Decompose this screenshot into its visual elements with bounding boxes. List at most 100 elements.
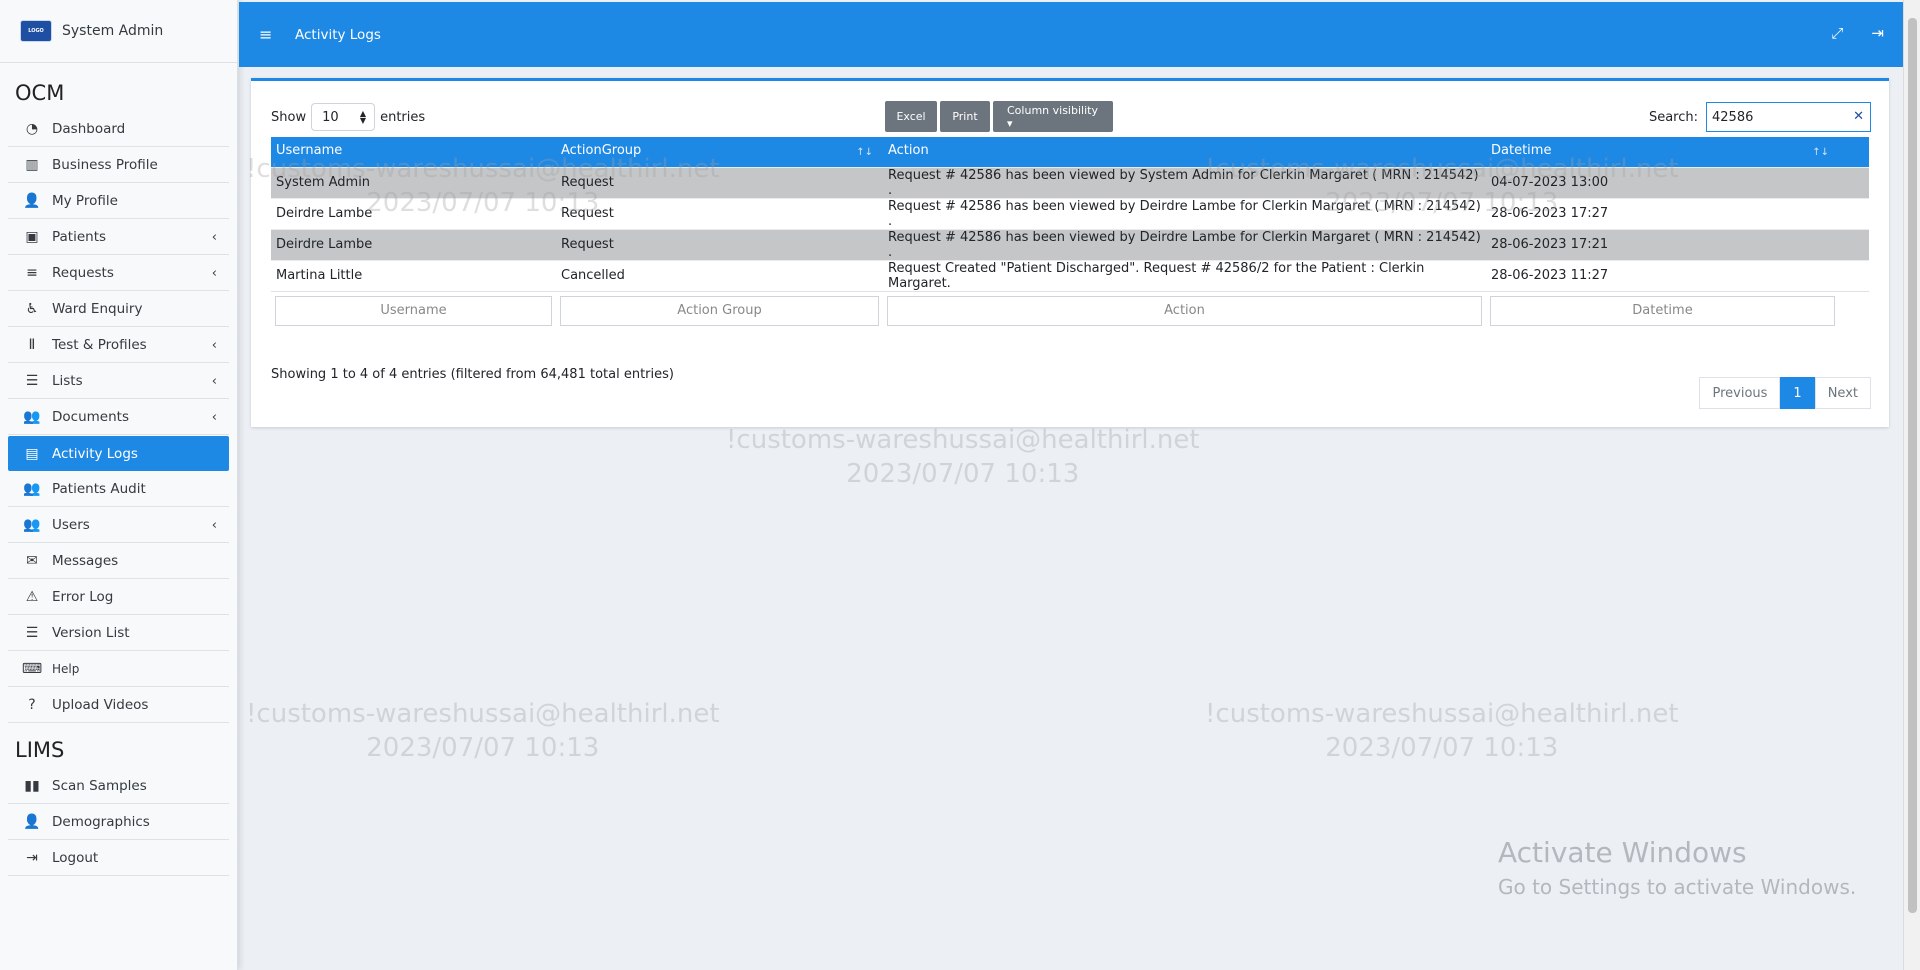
sign-out-icon: ⇥: [26, 850, 38, 866]
sidebar-item-business-profile[interactable]: ▥ Business Profile: [8, 148, 229, 183]
warning-icon: ⚠: [25, 589, 39, 605]
watermark: !customs-wareshussai@healthirl.net 2023/0…: [726, 425, 1200, 489]
sidebar-item-demographics[interactable]: 👤 Demographics: [8, 805, 229, 840]
scrollbar-thumb[interactable]: [1908, 18, 1917, 913]
column-header-username[interactable]: Username: [271, 137, 556, 167]
show-label: Show: [271, 109, 307, 125]
sidebar-item-logout[interactable]: ⇥ Logout: [8, 841, 229, 876]
filter-cell: Username: [271, 290, 556, 330]
activate-windows-notice: Activate Windows Go to Settings to activ…: [1498, 836, 1856, 899]
sidebar-nav-lims: ▮▮ Scan Samples 👤 Demographics ⇥ Logout: [0, 769, 237, 876]
entries-select[interactable]: 10 ▲ ▼: [311, 103, 376, 131]
sidebar-item-label: Version List: [52, 625, 130, 641]
sidebar-item-test-profiles[interactable]: Ⅱ Test & Profiles ‹: [8, 328, 229, 363]
entries-label: entries: [380, 109, 426, 125]
column-visibility-button[interactable]: Column visibility ▾: [993, 101, 1113, 132]
users-icon: 👥: [23, 481, 41, 497]
pagination: Previous 1 Next: [1699, 377, 1871, 409]
previous-button[interactable]: Previous: [1699, 377, 1781, 409]
table-row[interactable]: Deirdre Lambe Request Request # 42586 has …: [271, 228, 1869, 260]
sidebar-item-patients-audit[interactable]: 👥 Patients Audit: [8, 472, 229, 507]
table-body: System Admin Request Request # 42586 has b…: [271, 166, 1869, 291]
table-cell-action: Request # 42586 has been viewed by Deird…: [883, 197, 1486, 229]
entries-value: 10: [322, 109, 339, 125]
users-icon: 👥: [23, 517, 41, 533]
activate-windows-title: Activate Windows: [1498, 836, 1747, 869]
table-cell-datetime: 28-06-2023 11:27: [1486, 259, 1869, 291]
sidebar-item-label: My Profile: [52, 193, 118, 209]
table-row[interactable]: Deirdre Lambe Request Request # 42586 has …: [271, 197, 1869, 229]
warehouse-icon: ▤: [25, 445, 39, 462]
sidebar-item-patients[interactable]: ▣ Patients ‹: [8, 220, 229, 255]
table-cell-datetime: 28-06-2023 17:21: [1486, 228, 1869, 260]
building-icon: ▥: [25, 157, 39, 173]
chevron-left-icon: ‹: [211, 229, 217, 245]
sidebar-item-label: Ward Enquiry: [52, 301, 143, 317]
logout-icon[interactable]: ⇥: [1871, 24, 1884, 42]
table-cell-actiongroup: Request: [556, 166, 883, 198]
table-cell-actiongroup: Request: [556, 228, 883, 260]
column-header-actiongroup[interactable]: ActionGroup ↑↓: [556, 137, 883, 167]
filter-username[interactable]: Username: [275, 295, 552, 326]
list-icon: ☰: [25, 625, 39, 641]
chevron-left-icon: ‹: [211, 517, 217, 533]
table-cell-action: Request Created "Patient Discharged". Re…: [883, 259, 1486, 291]
sidebar-item-label: Test & Profiles: [52, 337, 147, 353]
page-1-button[interactable]: 1: [1780, 377, 1815, 409]
sidebar-item-users[interactable]: 👥 Users ‹: [8, 508, 229, 543]
excel-button[interactable]: Excel: [885, 101, 937, 132]
gauge-icon: ◔: [25, 121, 39, 137]
user-icon: 👤: [23, 193, 41, 209]
brand-logo: LOGO: [20, 20, 52, 42]
barcode-icon: ▮▮: [24, 778, 40, 794]
column-header-datetime[interactable]: Datetime ↑↓: [1486, 137, 1869, 167]
sidebar-item-requests[interactable]: ≡ Requests ‹: [8, 256, 229, 291]
filter-datetime[interactable]: Datetime: [1490, 295, 1835, 326]
sidebar-item-dashboard[interactable]: ◔ Dashboard: [8, 112, 229, 147]
print-button[interactable]: Print: [940, 101, 990, 132]
chevron-left-icon: ‹: [211, 265, 217, 281]
table-row[interactable]: Martina Little Cancelled Request Created "…: [271, 259, 1869, 291]
vials-icon: Ⅱ: [28, 337, 36, 353]
next-button[interactable]: Next: [1814, 377, 1871, 409]
sidebar-item-documents[interactable]: 👥 Documents ‹: [8, 400, 229, 435]
sidebar-item-version-list[interactable]: ☰ Version List: [8, 616, 229, 651]
sidebar-item-label: Demographics: [52, 814, 150, 830]
filter-action-group[interactable]: Action Group: [560, 295, 879, 326]
brand-name: System Admin: [62, 23, 164, 39]
filter-action[interactable]: Action: [887, 295, 1482, 326]
id-card-icon: ▣: [25, 229, 39, 245]
sidebar-item-label: Requests: [52, 265, 114, 281]
sidebar-item-messages[interactable]: ✉ Messages: [8, 544, 229, 579]
clear-search-icon[interactable]: ✕: [1853, 109, 1864, 124]
search-input[interactable]: 42586 ✕: [1706, 102, 1871, 132]
brand[interactable]: LOGO System Admin: [0, 0, 237, 63]
chevron-left-icon: ‹: [211, 337, 217, 353]
section-title-lims: LIMS: [15, 738, 65, 762]
page-title: Activity Logs: [295, 26, 381, 43]
sidebar-item-scan-samples[interactable]: ▮▮ Scan Samples: [8, 769, 229, 804]
sidebar-item-ward-enquiry[interactable]: ♿ Ward Enquiry: [8, 292, 229, 327]
chevron-left-icon: ‹: [211, 409, 217, 425]
sidebar-item-label: Patients Audit: [52, 481, 146, 497]
page-scrollbar[interactable]: [1903, 0, 1920, 970]
wheelchair-icon: ♿: [25, 301, 39, 317]
watermark: !customs-wareshussai@healthirl.net 2023/0…: [1205, 699, 1679, 763]
activity-log-card: Show 10 ▲ ▼ entries Excel Print Column vi…: [251, 78, 1889, 427]
sidebar-item-label: Documents: [52, 409, 129, 425]
menu-toggle-icon[interactable]: ≡: [259, 25, 275, 44]
sort-desc-icon: ↑↓: [1812, 147, 1829, 158]
sidebar-item-help[interactable]: ⌨ Help: [8, 652, 229, 687]
column-header-action[interactable]: Action: [883, 137, 1486, 167]
sidebar-item-upload-videos[interactable]: ? Upload Videos: [8, 688, 229, 723]
sidebar-item-label: Upload Videos: [52, 697, 149, 713]
show-entries: Show 10 ▲ ▼ entries: [271, 103, 425, 131]
sidebar-item-error-log[interactable]: ⚠ Error Log: [8, 580, 229, 615]
sort-icon: ↑↓: [856, 147, 873, 158]
sidebar-item-activity-logs[interactable]: ▤ Activity Logs: [8, 436, 229, 471]
sidebar-item-lists[interactable]: ☰ Lists ‹: [8, 364, 229, 399]
sidebar-item-my-profile[interactable]: 👤 My Profile: [8, 184, 229, 219]
table-row[interactable]: System Admin Request Request # 42586 has b…: [271, 166, 1869, 198]
table-cell-username: System Admin: [271, 166, 556, 198]
fullscreen-icon[interactable]: ⤢: [1831, 24, 1843, 42]
